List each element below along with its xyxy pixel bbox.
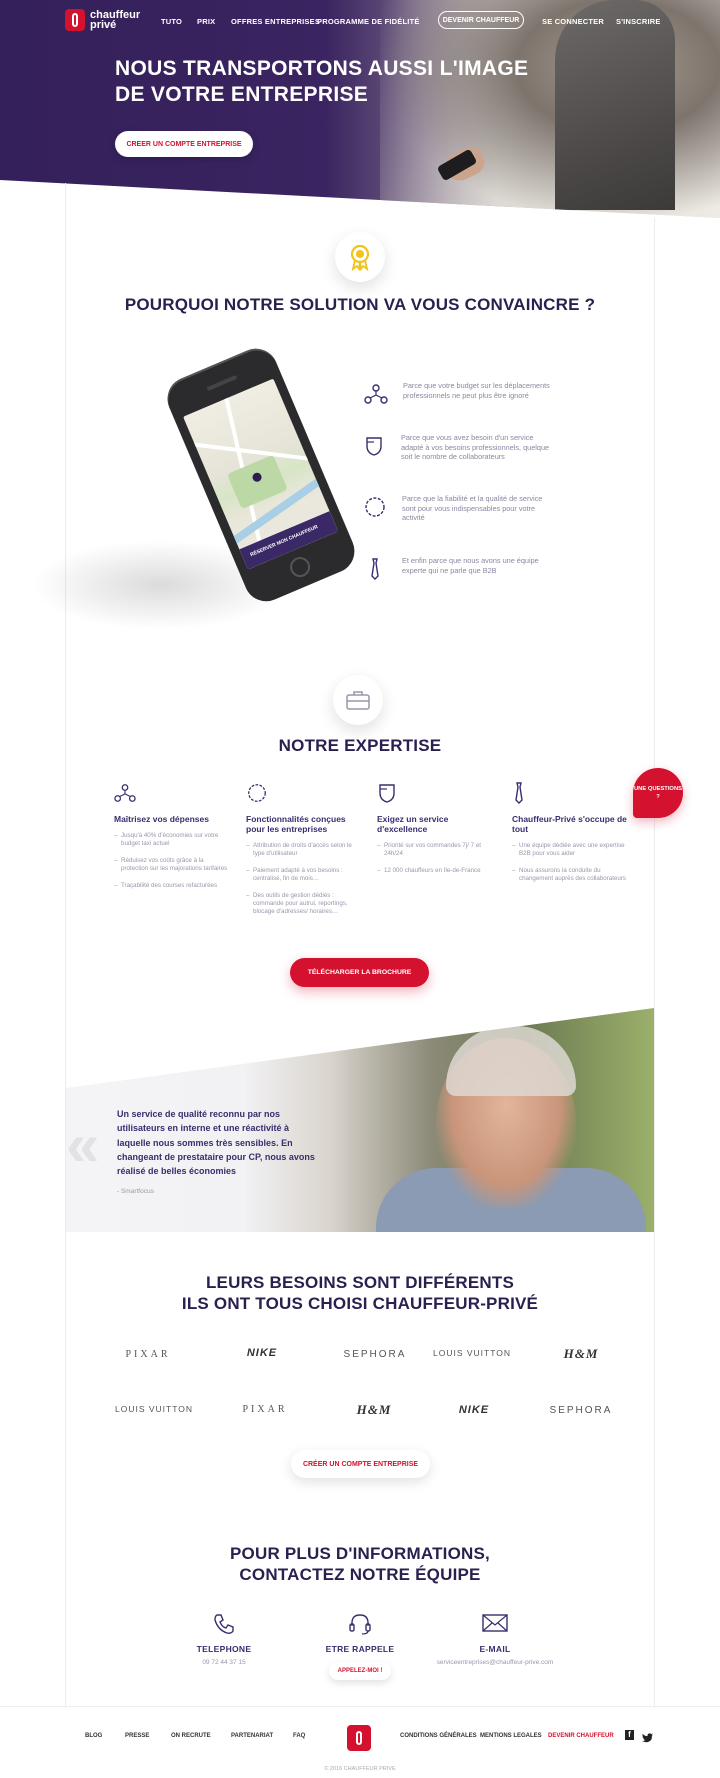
reason-text: Parce que vous avez besoin d'un service … bbox=[401, 433, 550, 461]
briefcase-badge bbox=[333, 675, 383, 725]
expertise-column: Exigez un service d'excellence Priorité … bbox=[377, 780, 495, 884]
login-link[interactable]: SE CONNECTER bbox=[542, 17, 604, 26]
hero-create-account-button[interactable]: CREER UN COMPTE ENTREPRISE bbox=[115, 131, 253, 157]
hero-banner bbox=[0, 0, 720, 218]
reason-item: Et enfin parce que nous avons une équipe… bbox=[362, 556, 552, 582]
client-logo: NIKE bbox=[458, 1404, 490, 1416]
budget-icon bbox=[363, 381, 389, 407]
footer-link-presse[interactable]: PRESSE bbox=[125, 1733, 149, 1739]
award-icon bbox=[350, 244, 370, 271]
expertise-item: 12 000 chauffeurs en Ile-de-France bbox=[377, 867, 495, 875]
briefcase-icon bbox=[346, 691, 370, 710]
award-badge bbox=[335, 232, 385, 282]
expertise-column-title: Chauffeur-Privé s'occupe de tout bbox=[512, 814, 627, 834]
shield-icon bbox=[377, 780, 403, 806]
hero-person bbox=[555, 0, 675, 210]
contact-title-line2: CONTACTEZ NOTRE ÉQUIPE bbox=[239, 1565, 481, 1584]
footer-link-blog[interactable]: BLOG bbox=[85, 1733, 102, 1739]
frame-line-left bbox=[65, 183, 66, 1708]
client-logo: LOUIS VUITTON bbox=[432, 1348, 512, 1358]
tie-icon bbox=[512, 780, 538, 806]
twitter-icon[interactable] bbox=[642, 1730, 653, 1748]
clients-title-line1: LEURS BESOINS SONT DIFFÉRENTS bbox=[205, 1273, 515, 1292]
footer-link-recrute[interactable]: ON RECRUTE bbox=[171, 1733, 211, 1739]
contact-email-address[interactable]: serviceentreprises@chauffeur-prive.com bbox=[410, 1659, 580, 1666]
expertise-column-title: Exigez un service d'excellence bbox=[377, 814, 449, 834]
footer-divider bbox=[0, 1706, 720, 1707]
testimonial-quote: Un service de qualité reconnu par nos ut… bbox=[117, 1109, 315, 1177]
contact-title-line1: POUR PLUS D'INFORMATIONS, bbox=[230, 1544, 490, 1563]
expertise-item: Des outils de gestion dédiés : commande … bbox=[246, 892, 364, 916]
testimonial-source: - Smartfocus bbox=[117, 1188, 154, 1195]
expertise-item: Une équipe dédiée avec une expertise B2B… bbox=[512, 842, 630, 858]
contact-email-title: E-MAIL bbox=[479, 1644, 511, 1654]
client-logo: PIXAR bbox=[242, 1404, 288, 1415]
tie-icon bbox=[362, 556, 388, 582]
expertise-column: Fonctionnalités conçues pour les entrepr… bbox=[246, 780, 364, 925]
nav-prix[interactable]: PRIX bbox=[197, 17, 215, 26]
clients-title-line2: ILS ONT TOUS CHOISI CHAUFFEUR-PRIVÉ bbox=[181, 1294, 539, 1313]
reason-item: Parce que la fiabilité et la qualité de … bbox=[362, 494, 552, 523]
footer-link-mentions[interactable]: MENTIONS LEGALES bbox=[480, 1733, 542, 1739]
expertise-item: Jusqu'à 40% d'économies sur votre budget… bbox=[114, 832, 232, 848]
reason-item: Parce que votre budget sur les déplaceme… bbox=[363, 381, 553, 407]
hero-title: NOUS TRANSPORTONS AUSSI L'IMAGE DE VOTRE… bbox=[115, 57, 529, 106]
phone-screen-map: RÉSERVER MON CHAUFFEUR bbox=[183, 378, 339, 570]
footer-link-partenariat[interactable]: PARTENARIAT bbox=[231, 1733, 273, 1739]
logo-icon bbox=[65, 9, 85, 31]
footer-become-driver-link[interactable]: DEVENIR CHAUFFEUR bbox=[548, 1733, 614, 1739]
reliability-icon bbox=[246, 780, 272, 806]
signup-link[interactable]: S'INSCRIRE bbox=[616, 17, 661, 26]
envelope-icon bbox=[410, 1612, 580, 1638]
footer-link-conditions[interactable]: CONDITIONS GÉNÉRALES bbox=[400, 1733, 477, 1739]
reason-text: Parce que votre budget sur les déplaceme… bbox=[403, 381, 550, 400]
reason-text: Parce que la fiabilité et la qualité de … bbox=[402, 494, 543, 522]
facebook-icon[interactable]: f bbox=[625, 1730, 634, 1740]
expertise-item: Nous assurons la conduite du changement … bbox=[512, 867, 630, 883]
expertise-column-title: Maîtrisez vos dépenses bbox=[114, 814, 209, 824]
client-logo: SEPHORA bbox=[343, 1349, 407, 1360]
expertise-column: Maîtrisez vos dépenses Jusqu'à 40% d'éco… bbox=[114, 780, 232, 899]
nav-offres-entreprises[interactable]: OFFRES ENTREPRISES bbox=[231, 17, 320, 26]
phone-home-button bbox=[286, 553, 314, 581]
questions-chat-button[interactable]: UNE QUESTIONS ? bbox=[633, 768, 683, 818]
client-logo: NIKE bbox=[246, 1347, 278, 1359]
client-logo: PIXAR bbox=[125, 1349, 171, 1360]
expertise-item: Priorité sur vos commandes 7j/ 7 et 24h/… bbox=[377, 842, 495, 858]
expertise-item: Paiement adapté à vos besoins : centrali… bbox=[246, 867, 364, 883]
client-logo: LOUIS VUITTON bbox=[114, 1404, 194, 1414]
logo[interactable]: chauffeur privé bbox=[65, 9, 150, 31]
call-me-button[interactable]: APPELEZ-MOI ! bbox=[329, 1662, 391, 1680]
reason-text: Et enfin parce que nous avons une équipe… bbox=[402, 556, 539, 575]
reason-item: Parce que vous avez besoin d'un service … bbox=[361, 433, 551, 462]
quote-icon: « bbox=[66, 1111, 100, 1178]
become-driver-button[interactable]: DEVENIR CHAUFFEUR bbox=[438, 11, 524, 29]
frame-line-right bbox=[654, 218, 655, 1708]
download-brochure-button[interactable]: TÉLÉCHARGER LA BROCHURE bbox=[290, 958, 429, 987]
expertise-title: NOTRE EXPERTISE bbox=[278, 736, 442, 755]
expertise-item: Réduisez vos coûts grâce à la protection… bbox=[114, 857, 232, 873]
nav-tuto[interactable]: TUTO bbox=[161, 17, 182, 26]
contact-email: E-MAIL serviceentreprises@chauffeur-priv… bbox=[410, 1612, 580, 1666]
expertise-column: Chauffeur-Privé s'occupe de tout Une équ… bbox=[512, 780, 630, 892]
shield-icon bbox=[361, 433, 387, 459]
phone-book-label: RÉSERVER MON CHAUFFEUR bbox=[249, 524, 319, 559]
why-title: POURQUOI NOTRE SOLUTION VA VOUS CONVAINC… bbox=[124, 295, 596, 314]
client-logo: SEPHORA bbox=[549, 1405, 613, 1416]
clients-create-account-button[interactable]: CRÉER UN COMPTE ENTREPRISE bbox=[291, 1450, 430, 1478]
client-logo: H&M bbox=[356, 1402, 392, 1417]
expertise-column-title: Fonctionnalités conçues pour les entrepr… bbox=[246, 814, 346, 834]
nav-programme-fidelite[interactable]: PROGRAMME DE FIDÉLITÉ bbox=[317, 17, 420, 26]
reliability-icon bbox=[362, 494, 388, 520]
budget-icon bbox=[114, 780, 140, 806]
expertise-item: Attribution de droits d'accès selon le t… bbox=[246, 842, 364, 858]
footer-link-faq[interactable]: FAQ bbox=[293, 1733, 305, 1739]
footer-logo-icon[interactable] bbox=[347, 1725, 371, 1751]
copyright: © 2016 CHAUFFEUR PRIVE bbox=[324, 1766, 396, 1772]
expertise-item: Traçabilité des courses refacturées bbox=[114, 882, 232, 890]
logo-text: chauffeur privé bbox=[90, 9, 141, 31]
client-logo: H&M bbox=[563, 1346, 599, 1361]
